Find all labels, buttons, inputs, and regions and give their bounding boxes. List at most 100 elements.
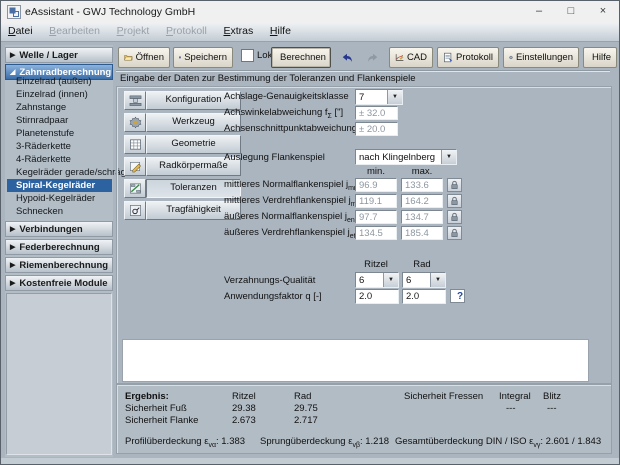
- jmn-min-field: [355, 178, 397, 192]
- achsenschnitt-field: [355, 122, 398, 136]
- help-button[interactable]: Hilfe: [583, 47, 617, 68]
- auslegung-dropdown[interactable]: nach Klingelnberg ▼: [355, 149, 457, 165]
- sidebar-section-verbindungen[interactable]: ▶ Verbindungen: [5, 221, 113, 237]
- jmt-max-field: [401, 194, 443, 208]
- auslegung-label: Auslegung Flankenspiel: [224, 152, 325, 163]
- sicherheit-flanke-rad: 2.717: [294, 415, 318, 426]
- menu-bar: Datei Bearbeiten Projekt Protokoll Extra…: [1, 23, 619, 42]
- achslage-dropdown[interactable]: 7 ▼: [355, 89, 403, 105]
- title-bar: eAssistant - GWJ Technology GmbH – □ ×: [1, 1, 619, 24]
- menu-bearbeiten: Bearbeiten: [49, 25, 100, 37]
- undo-button[interactable]: [335, 47, 359, 68]
- anwendung-rad-field[interactable]: [402, 289, 446, 304]
- sidebar-item-spiral-kegelraeder[interactable]: Spiral-Kegelräder: [7, 179, 112, 192]
- dropdown-button[interactable]: ▼: [383, 273, 398, 287]
- calculate-label: Berechnen: [280, 52, 326, 63]
- jen-lock-button[interactable]: [447, 210, 462, 224]
- qualitaet-rad-dropdown[interactable]: 6 ▼: [402, 272, 446, 288]
- main-form-panel: Konfiguration Werkzeug Geometrie Radkörp…: [116, 86, 612, 384]
- lock-icon: [451, 196, 458, 205]
- settings-label: Einstellungen: [515, 52, 573, 63]
- sidebar-section-riemenberechnung[interactable]: ▶ Riemenberechnung: [5, 257, 113, 273]
- menu-datei[interactable]: Datei: [1, 23, 40, 37]
- sicherheit-fuss-integral: ---: [506, 403, 516, 414]
- sidebar-item-4-raederkette[interactable]: 4-Räderkette: [7, 153, 112, 166]
- max-column-header: max.: [411, 166, 433, 177]
- sicherheit-flanke-label: Sicherheit Flanke: [125, 415, 199, 426]
- chevron-down-icon: ▼: [392, 94, 398, 100]
- jmn-lock-button[interactable]: [447, 178, 462, 192]
- results-integral-header: Integral: [499, 391, 531, 402]
- chevron-down-icon: ▼: [446, 154, 452, 160]
- calculate-button[interactable]: Berechnen: [271, 47, 331, 68]
- anwendung-help-button[interactable]: ?: [450, 289, 465, 303]
- floppy-disk-icon: [179, 56, 182, 59]
- sidebar-item-einzelrad-aussen[interactable]: Einzelrad (außen): [7, 75, 112, 88]
- results-fressen-header: Sicherheit Fressen: [404, 391, 484, 402]
- app-window: eAssistant - GWJ Technology GmbH – □ × D…: [0, 0, 620, 465]
- protocol-label: Protokoll: [456, 52, 493, 63]
- anwendung-ritzel-field[interactable]: [355, 289, 399, 304]
- jet-lock-button[interactable]: [447, 226, 462, 240]
- gesamtuberdeckung-value: Gesamtüberdeckung DIN / ISO εvγ: 2.601 /…: [395, 436, 602, 449]
- chevron-right-icon: ▶: [10, 51, 16, 59]
- dropdown-button[interactable]: ▼: [387, 90, 402, 104]
- achslage-label: Achslage-Genauigkeitsklasse: [224, 91, 349, 102]
- min-column-header: min.: [367, 166, 385, 177]
- dropdown-button[interactable]: ▼: [430, 273, 445, 287]
- qualitaet-rad-value: 6: [406, 275, 412, 286]
- menu-hilfe[interactable]: Hilfe: [263, 23, 298, 37]
- qualitaet-ritzel-dropdown[interactable]: 6 ▼: [355, 272, 399, 288]
- open-button[interactable]: Öffnen: [118, 47, 170, 68]
- sidebar-item-stirnradpaar[interactable]: Stirnradpaar: [7, 114, 112, 127]
- settings-button[interactable]: Einstellungen: [503, 47, 579, 68]
- lokal-checkbox[interactable]: [241, 49, 254, 62]
- sidebar-section-kostenfreie-module[interactable]: ▶ Kostenfreie Module: [5, 275, 113, 291]
- undo-icon: [342, 53, 352, 62]
- message-area: [122, 339, 589, 382]
- rad-column-header: Rad: [413, 259, 431, 270]
- lock-icon: [451, 212, 458, 221]
- section-label: Kostenfreie Module: [19, 277, 108, 289]
- results-ritzel-header: Ritzel: [232, 391, 256, 402]
- sidebar-item-hypoid-kegelraeder[interactable]: Hypoid-Kegelräder: [7, 192, 112, 205]
- minimize-icon[interactable]: –: [523, 1, 555, 22]
- close-icon[interactable]: ×: [587, 1, 619, 22]
- menu-extras[interactable]: Extras: [216, 23, 260, 37]
- chevron-right-icon: ▶: [10, 279, 16, 287]
- pencil-sheet-icon: [124, 157, 146, 176]
- save-button[interactable]: Speichern: [173, 47, 233, 68]
- ritzel-column-header: Ritzel: [364, 259, 388, 270]
- dropdown-button[interactable]: ▼: [441, 150, 456, 164]
- sidebar-item-schnecken[interactable]: Schnecken: [7, 205, 112, 218]
- protocol-button[interactable]: Protokoll: [437, 47, 499, 68]
- achslage-value: 7: [359, 92, 365, 103]
- sprunguberdeckung-value: Sprungüberdeckung εvβ: 1.218: [260, 436, 390, 449]
- jmt-lock-button[interactable]: [447, 194, 462, 208]
- results-panel: Ergebnis: Ritzel Rad Sicherheit Fressen …: [116, 384, 612, 454]
- sicherheit-fuss-rad: 29.75: [294, 403, 318, 414]
- sicherheit-fuss-label: Sicherheit Fuß: [125, 403, 187, 414]
- sidebar-section-welle-lager[interactable]: ▶ Welle / Lager: [5, 47, 113, 63]
- sidebar-item-3-raederkette[interactable]: 3-Räderkette: [7, 140, 112, 153]
- chevron-down-icon: ▼: [435, 277, 441, 283]
- sidebar-item-zahnstange[interactable]: Zahnstange: [7, 101, 112, 114]
- gear-icon: [124, 113, 146, 132]
- sidebar-item-einzelrad-innen[interactable]: Einzelrad (innen): [7, 88, 112, 101]
- maximize-icon[interactable]: □: [555, 1, 587, 22]
- machine-icon: [124, 91, 146, 110]
- section-label: Welle / Lager: [19, 49, 78, 61]
- achswinkel-field: [355, 106, 398, 120]
- sidebar-section-federberechnung[interactable]: ▶ Federberechnung: [5, 239, 113, 255]
- lock-icon: [451, 228, 458, 237]
- sidebar-item-planetenstufe[interactable]: Planetenstufe: [7, 127, 112, 140]
- section-label: Federberechnung: [19, 241, 100, 253]
- auslegung-value: nach Klingelnberg: [359, 152, 436, 163]
- window-title: eAssistant - GWJ Technology GmbH: [25, 6, 196, 18]
- sigma-icon: [124, 201, 146, 220]
- jen-max-field: [401, 210, 443, 224]
- jet-label: äußeres Verdrehflankenspiel jet [µm]: [224, 227, 377, 240]
- anwendung-label: Anwendungsfaktor q [-]: [224, 291, 322, 302]
- sidebar-item-kegelraeder[interactable]: Kegelräder gerade/schräg: [7, 166, 126, 179]
- cad-button[interactable]: CAD: [389, 47, 433, 68]
